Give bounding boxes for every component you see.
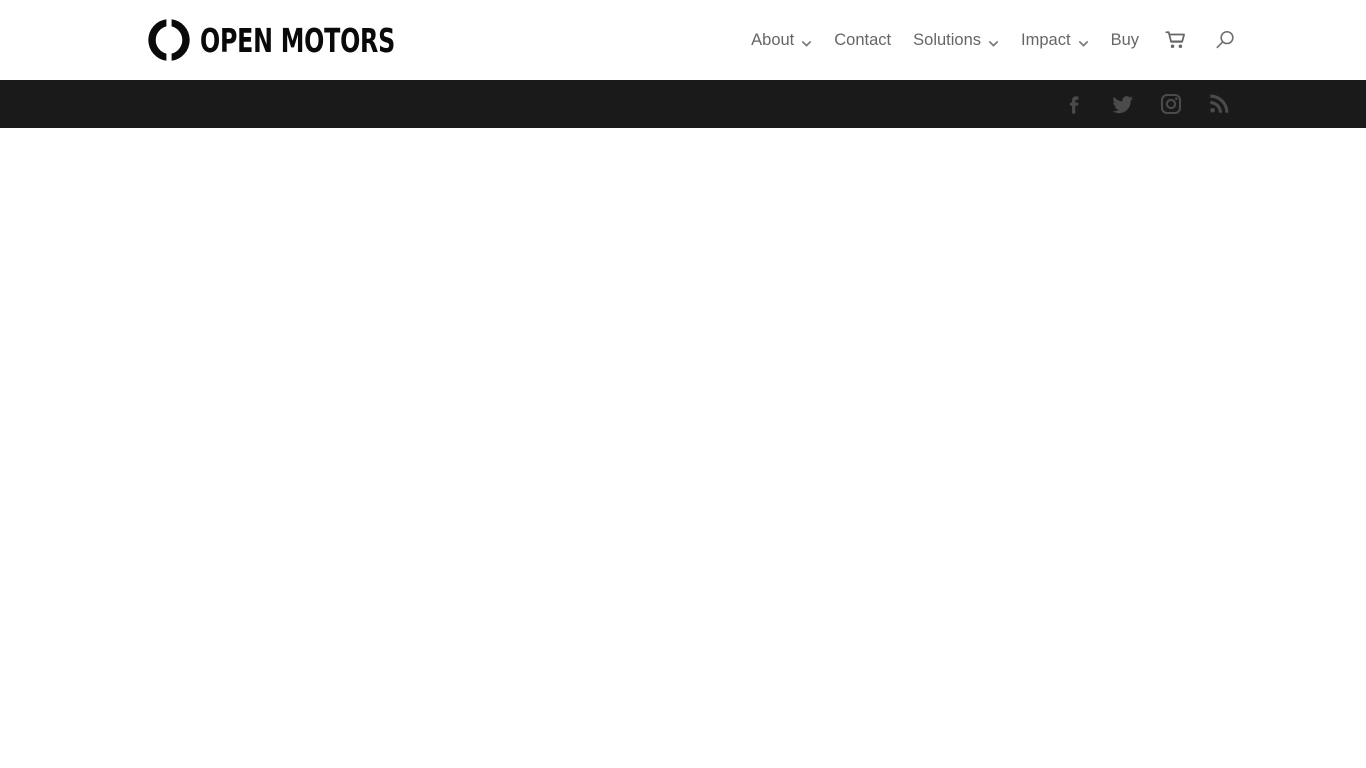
nav-item-label: About <box>751 30 795 49</box>
chevron-down-icon <box>988 35 999 46</box>
site-header: OPEN MOTORS About Contact Solutions Impa… <box>0 0 1366 80</box>
nav-item-impact[interactable]: Impact <box>1021 31 1089 50</box>
nav-item-buy[interactable]: Buy <box>1111 31 1139 50</box>
instagram-icon[interactable] <box>1156 89 1186 119</box>
search-icon[interactable] <box>1214 29 1236 51</box>
open-motors-ring-icon <box>147 18 191 62</box>
twitter-icon[interactable] <box>1108 89 1138 119</box>
rss-icon[interactable] <box>1204 89 1234 119</box>
chevron-down-icon <box>1078 35 1089 46</box>
nav-item-about[interactable]: About <box>751 31 812 50</box>
nav-item-contact[interactable]: Contact <box>834 31 891 50</box>
nav-item-label: Solutions <box>913 30 982 49</box>
nav-item-label: Contact <box>834 30 892 49</box>
facebook-icon[interactable] <box>1060 89 1090 119</box>
brand-logo-link[interactable]: OPEN MOTORS <box>147 16 444 64</box>
chevron-down-icon <box>801 35 812 46</box>
page-content-area <box>0 128 1366 768</box>
social-links-bar <box>0 80 1366 128</box>
nav-item-label: Impact <box>1021 30 1071 49</box>
main-navigation: About Contact Solutions Impact Buy <box>751 0 1236 80</box>
brand-wordmark: OPEN MOTORS <box>200 20 395 60</box>
shopping-cart-icon[interactable] <box>1165 30 1186 51</box>
nav-item-label: Buy <box>1110 30 1139 49</box>
nav-item-solutions[interactable]: Solutions <box>913 31 999 50</box>
